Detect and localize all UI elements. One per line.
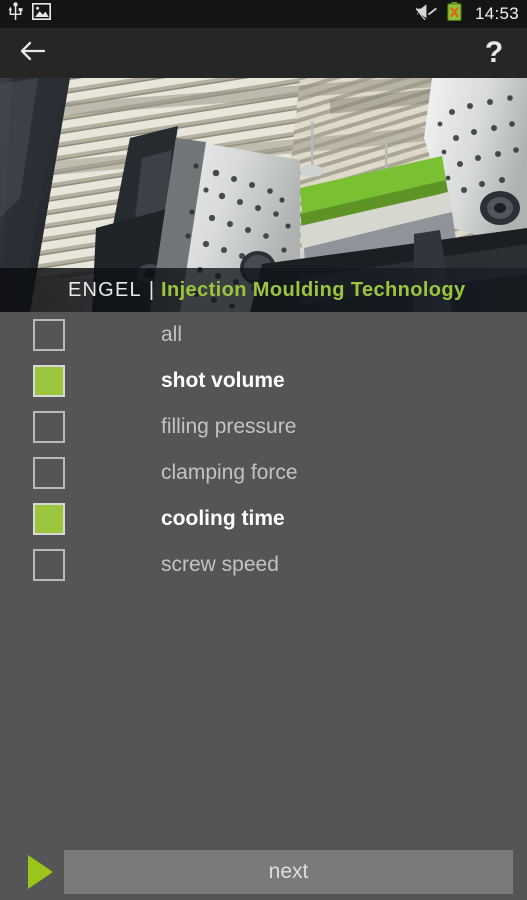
option-label-cooling-time: cooling time <box>161 507 285 530</box>
next-button[interactable]: next <box>64 850 513 894</box>
checkbox-shot-volume[interactable] <box>33 365 65 397</box>
brand-name: ENGEL <box>68 278 142 301</box>
checkbox-screw-speed[interactable] <box>33 549 65 581</box>
checkbox-filling-pressure[interactable] <box>33 411 65 443</box>
option-row-cooling-time[interactable]: cooling time <box>0 496 527 542</box>
status-bar: 14:53 <box>0 0 527 28</box>
play-triangle-icon[interactable] <box>28 855 53 889</box>
option-label-all: all <box>161 323 183 346</box>
option-row-filling-pressure[interactable]: filling pressure <box>0 404 527 450</box>
brand-tagline: Injection Moulding Technology <box>161 278 466 301</box>
help-button[interactable]: ? <box>477 36 511 70</box>
option-row-clamping-force[interactable]: clamping force <box>0 450 527 496</box>
option-label-screw-speed: screw speed <box>161 553 279 576</box>
option-label-clamping-force: clamping force <box>161 461 298 484</box>
brand-separator: | <box>148 278 155 301</box>
checkbox-cooling-time[interactable] <box>33 503 65 535</box>
option-row-shot-volume[interactable]: shot volume <box>0 358 527 404</box>
status-bar-left-icons <box>8 2 52 26</box>
next-button-label: next <box>268 860 309 883</box>
option-label-shot-volume: shot volume <box>161 369 285 392</box>
brand-caption: ENGEL | Injection Moulding Technology <box>0 268 527 312</box>
volume-mute-icon <box>411 3 438 25</box>
battery-error-icon <box>447 2 462 26</box>
action-bar: ? <box>0 28 527 78</box>
status-bar-clock: 14:53 <box>474 4 519 23</box>
option-row-screw-speed[interactable]: screw speed <box>0 542 527 588</box>
option-label-filling-pressure: filling pressure <box>161 415 297 438</box>
question-mark-icon: ? <box>484 36 504 69</box>
option-row-all[interactable]: all <box>0 312 527 358</box>
app-screen: 14:53 ? ENGEL | Injection Moulding Techn… <box>0 0 527 900</box>
screenshot-image-icon <box>31 2 52 25</box>
checkbox-all[interactable] <box>33 319 65 351</box>
back-arrow-icon <box>19 40 47 67</box>
hero-banner: ENGEL | Injection Moulding Technology <box>0 78 527 312</box>
usb-icon <box>8 2 23 26</box>
footer-bar: next <box>0 844 527 900</box>
option-list: all shot volume filling pressure clampin… <box>0 312 527 588</box>
status-bar-right-icons: 14:53 <box>411 2 519 26</box>
checkbox-clamping-force[interactable] <box>33 457 65 489</box>
back-button[interactable] <box>16 36 50 70</box>
